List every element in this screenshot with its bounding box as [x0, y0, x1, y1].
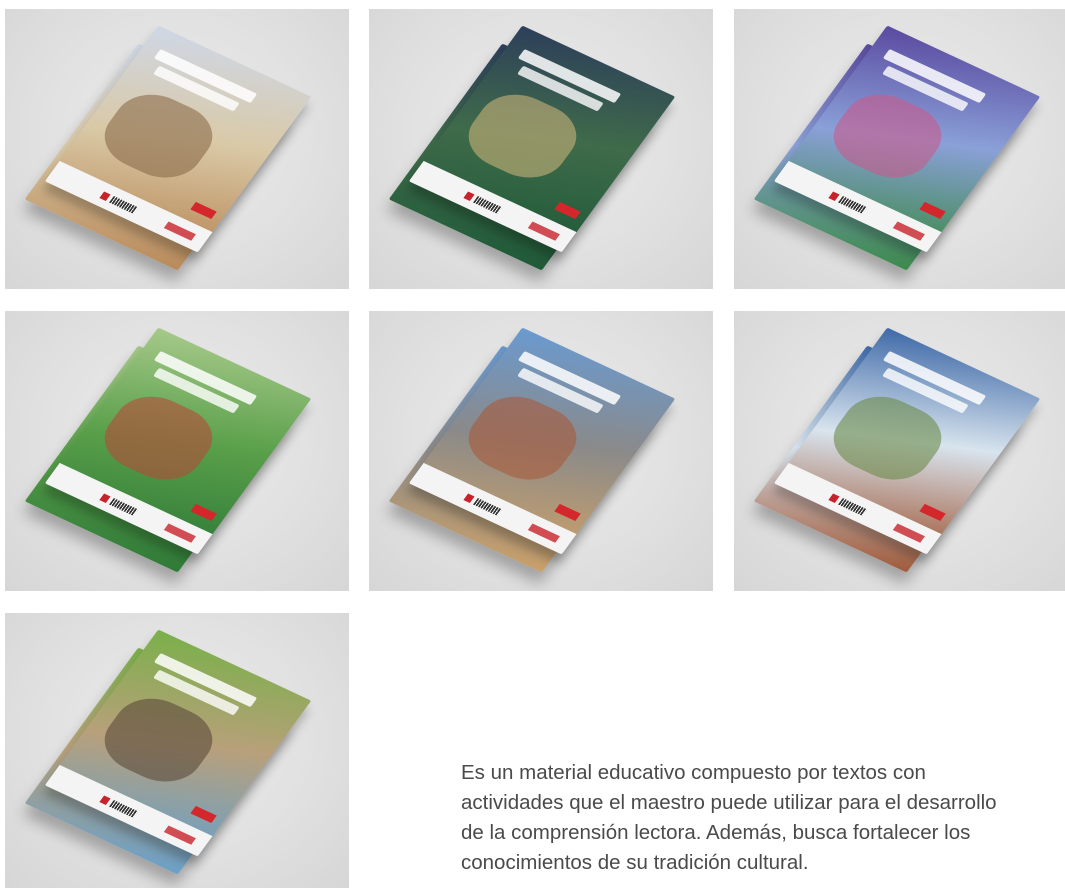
grade-badge	[190, 805, 217, 824]
grade-badge	[190, 503, 217, 522]
gallery-image-7[interactable]	[5, 613, 349, 888]
gallery-image-4[interactable]	[5, 311, 349, 591]
product-gallery	[0, 0, 1065, 888]
book-mockup	[369, 9, 713, 289]
grade-badge	[554, 201, 581, 220]
book-mockup	[5, 9, 349, 289]
book-mockup	[5, 613, 349, 888]
book-mockup	[369, 311, 713, 591]
grade-badge	[919, 503, 946, 522]
gallery-image-1[interactable]	[5, 9, 349, 289]
book-mockup	[734, 311, 1065, 591]
grade-badge	[554, 503, 581, 522]
gallery-image-2[interactable]	[369, 9, 713, 289]
gallery-image-5[interactable]	[369, 311, 713, 591]
product-description: Es un material educativo compuesto por t…	[461, 761, 997, 874]
book-mockup	[5, 311, 349, 591]
gallery-image-6[interactable]	[734, 311, 1065, 591]
grade-badge	[919, 201, 946, 220]
grade-badge	[190, 201, 217, 220]
book-mockup	[734, 9, 1065, 289]
gallery-image-3[interactable]	[734, 9, 1065, 289]
